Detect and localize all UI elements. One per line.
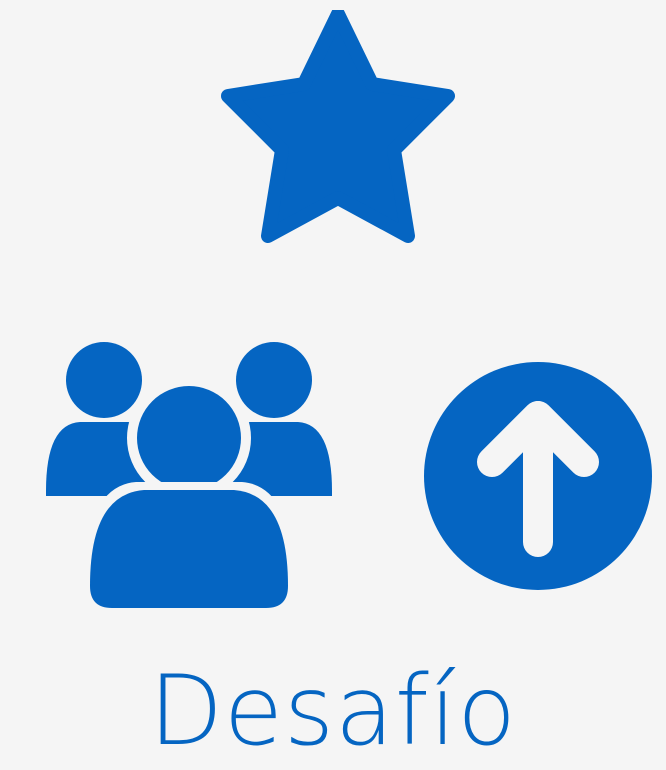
- arrow-up-circle-icon: [422, 360, 654, 592]
- challenge-icon-panel: Desafío: [0, 0, 666, 770]
- users-group-icon: [44, 336, 334, 612]
- page-title: Desafío: [148, 655, 518, 767]
- star-icon: [212, 10, 464, 246]
